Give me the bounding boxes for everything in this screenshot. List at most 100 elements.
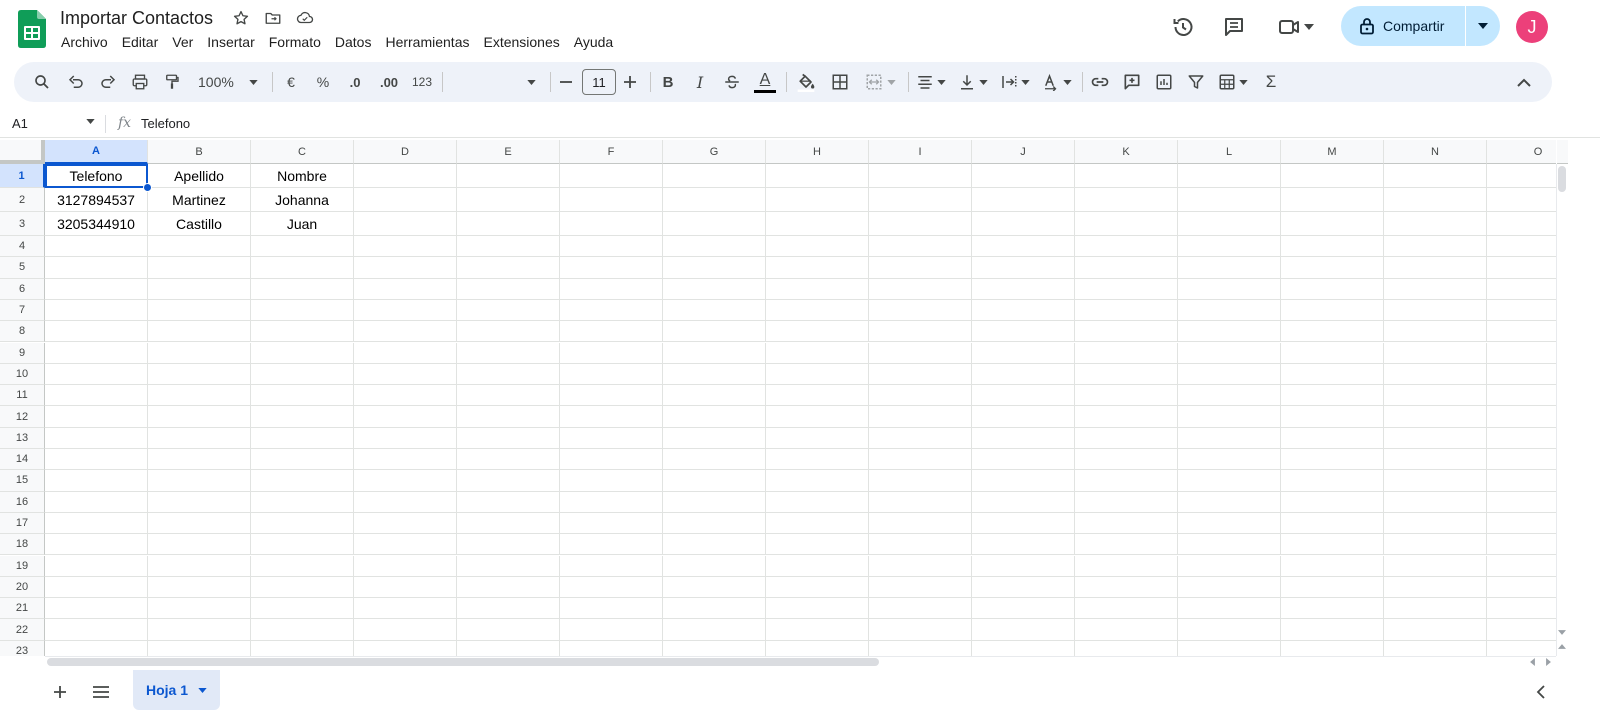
cell-k19[interactable] [1075, 555, 1178, 577]
row-header-21[interactable]: 21 [0, 598, 45, 620]
cell-g6[interactable] [663, 278, 766, 300]
cell-f4[interactable] [560, 236, 663, 258]
menu-herramientas[interactable]: Herramientas [378, 32, 476, 52]
cell-l5[interactable] [1178, 257, 1281, 279]
cell-m9[interactable] [1281, 342, 1384, 364]
cell-i13[interactable] [869, 427, 972, 449]
cell-b17[interactable] [148, 512, 251, 535]
row-header-8[interactable]: 8 [0, 321, 45, 343]
horizontal-scrollbar-thumb[interactable] [47, 658, 879, 666]
cell-c21[interactable] [251, 598, 354, 620]
cell-h23[interactable] [766, 640, 869, 656]
cell-m4[interactable] [1281, 236, 1384, 258]
row-header-9[interactable]: 9 [0, 342, 45, 364]
sheets-logo-icon[interactable] [18, 10, 46, 48]
cell-a11[interactable] [45, 385, 148, 407]
increase-font-size-icon[interactable] [618, 68, 642, 96]
cell-b18[interactable] [148, 534, 251, 556]
menu-ver[interactable]: Ver [165, 32, 200, 52]
cell-j15[interactable] [972, 470, 1075, 492]
cell-l6[interactable] [1178, 278, 1281, 300]
cell-e10[interactable] [457, 363, 560, 386]
cell-l22[interactable] [1178, 619, 1281, 641]
column-header-m[interactable]: M [1281, 140, 1384, 164]
cell-k22[interactable] [1075, 619, 1178, 641]
cell-l10[interactable] [1178, 363, 1281, 386]
comments-icon[interactable] [1221, 14, 1247, 40]
cell-m1[interactable] [1281, 164, 1384, 188]
print-icon[interactable] [126, 68, 154, 96]
cell-n2[interactable] [1384, 188, 1487, 212]
cell-a21[interactable] [45, 598, 148, 620]
cell-g19[interactable] [663, 555, 766, 577]
cell-h3[interactable] [766, 212, 869, 236]
cell-k16[interactable] [1075, 491, 1178, 513]
cell-i17[interactable] [869, 512, 972, 535]
cell-d11[interactable] [354, 385, 457, 407]
cell-d20[interactable] [354, 576, 457, 599]
cell-j8[interactable] [972, 321, 1075, 343]
cell-g20[interactable] [663, 576, 766, 599]
cell-b22[interactable] [148, 619, 251, 641]
select-all-corner[interactable] [0, 140, 45, 164]
cell-a10[interactable] [45, 363, 148, 386]
cell-k11[interactable] [1075, 385, 1178, 407]
insert-chart-icon[interactable] [1150, 68, 1178, 96]
version-history-icon[interactable] [1170, 14, 1196, 40]
menu-extensiones[interactable]: Extensiones [476, 32, 566, 52]
cell-a1[interactable]: Telefono [45, 164, 148, 188]
cell-o19[interactable] [1487, 556, 1556, 577]
move-folder-icon[interactable] [263, 8, 283, 28]
cell-l9[interactable] [1178, 342, 1281, 364]
column-header-f[interactable]: F [560, 140, 663, 164]
cell-g14[interactable] [663, 449, 766, 471]
cell-l8[interactable] [1178, 321, 1281, 343]
cell-g21[interactable] [663, 598, 766, 620]
cell-f12[interactable] [560, 406, 663, 428]
row-header-23[interactable]: 23 [0, 640, 45, 656]
cell-i16[interactable] [869, 491, 972, 513]
cell-j1[interactable] [972, 164, 1075, 188]
share-dropdown-button[interactable] [1466, 6, 1500, 46]
font-family-select[interactable] [446, 68, 540, 96]
increase-decimals-button[interactable]: .00 [374, 68, 404, 96]
cell-f2[interactable] [560, 188, 663, 212]
cell-o6[interactable] [1487, 279, 1556, 300]
cell-f5[interactable] [560, 257, 663, 279]
cell-a3[interactable]: 3205344910 [45, 212, 148, 236]
cell-b8[interactable] [148, 321, 251, 343]
cell-b13[interactable] [148, 427, 251, 449]
cell-c8[interactable] [251, 321, 354, 343]
cell-i12[interactable] [869, 406, 972, 428]
cell-e20[interactable] [457, 576, 560, 599]
cell-a22[interactable] [45, 619, 148, 641]
cell-h5[interactable] [766, 257, 869, 279]
cell-n10[interactable] [1384, 363, 1487, 386]
account-avatar[interactable]: J [1516, 11, 1548, 43]
spreadsheet-grid[interactable]: A B C D E F G H I J K L M N O 1 Telefono Apellido Nombre 2 3… [0, 140, 1556, 656]
column-header-c[interactable]: C [251, 140, 354, 164]
row-header-20[interactable]: 20 [0, 576, 45, 599]
cell-l1[interactable] [1178, 164, 1281, 188]
cell-a5[interactable] [45, 257, 148, 279]
cell-n19[interactable] [1384, 555, 1487, 577]
collapse-toolbar-icon[interactable] [1510, 68, 1538, 96]
cell-k7[interactable] [1075, 299, 1178, 322]
cell-f10[interactable] [560, 363, 663, 386]
cell-d9[interactable] [354, 342, 457, 364]
cell-f16[interactable] [560, 491, 663, 513]
cell-m2[interactable] [1281, 188, 1384, 212]
cell-e9[interactable] [457, 342, 560, 364]
cell-o14[interactable] [1487, 449, 1556, 471]
cell-o2[interactable] [1487, 188, 1556, 212]
cell-k10[interactable] [1075, 363, 1178, 386]
cell-n9[interactable] [1384, 342, 1487, 364]
cell-a23[interactable] [45, 640, 148, 656]
cell-j7[interactable] [972, 299, 1075, 322]
cell-o11[interactable] [1487, 385, 1556, 407]
cell-n13[interactable] [1384, 427, 1487, 449]
cell-i22[interactable] [869, 619, 972, 641]
cell-f22[interactable] [560, 619, 663, 641]
cell-i21[interactable] [869, 598, 972, 620]
cell-k2[interactable] [1075, 188, 1178, 212]
